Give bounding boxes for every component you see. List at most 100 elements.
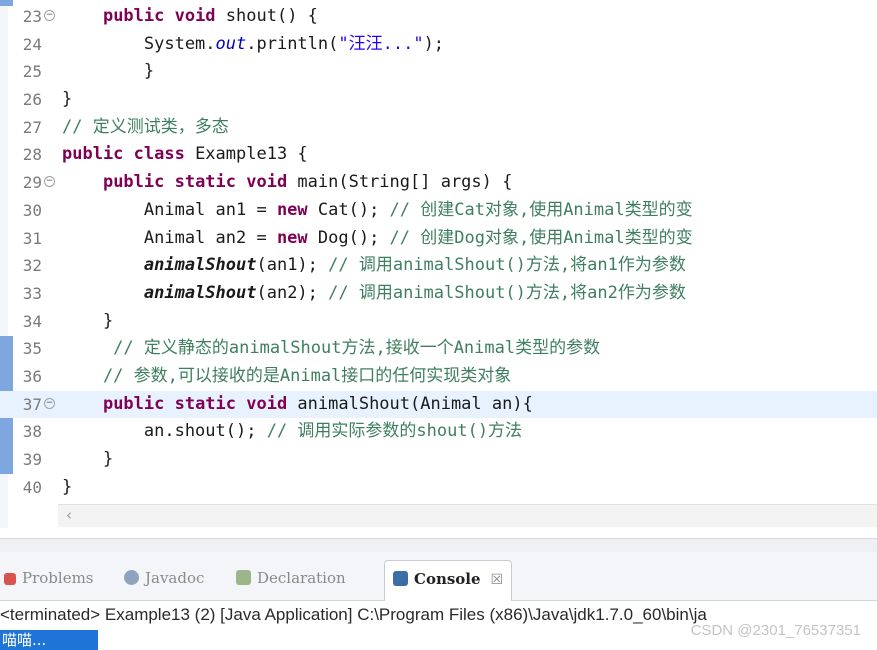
declaration-icon bbox=[236, 570, 251, 585]
code-line[interactable]: 25 } bbox=[0, 58, 877, 86]
fold-toggle-icon[interactable]: − bbox=[44, 176, 55, 188]
code-token: shout() { bbox=[215, 6, 318, 26]
code-text: animalShout(an2); // 调用animalShout()方法,将… bbox=[62, 280, 686, 308]
code-token: } bbox=[62, 449, 114, 469]
fold-toggle-icon[interactable]: − bbox=[44, 397, 55, 409]
code-text: // 定义测试类，多态 bbox=[62, 114, 229, 142]
code-token: (an2); bbox=[256, 282, 329, 303]
code-token: } bbox=[62, 310, 114, 331]
code-token: Example13 { bbox=[184, 144, 308, 165]
code-token: "汪汪..." bbox=[338, 33, 424, 54]
code-line[interactable]: 33 animalShout(an2); // 调用animalShout()方… bbox=[0, 280, 877, 308]
line-number: 29 bbox=[22, 173, 42, 193]
code-token: new bbox=[276, 227, 308, 248]
bottom-panel-tabs: Problems Javadoc Declaration Console ☒ bbox=[0, 552, 877, 601]
line-number: 30 bbox=[22, 200, 42, 220]
code-token: // 创建Dog对象,使用Animal类型的变 bbox=[389, 227, 693, 248]
code-token: public class bbox=[62, 144, 185, 165]
code-lines[interactable]: 23− public void shout() {24 System.out.p… bbox=[0, 3, 877, 501]
panel-divider[interactable] bbox=[0, 538, 877, 553]
code-token: // 创建Cat对象,使用Animal类型的变 bbox=[389, 199, 693, 220]
watermark: CSDN @2301_76537351 bbox=[690, 622, 861, 639]
code-token: Animal an1 = bbox=[62, 199, 277, 220]
code-token: Animal an2 = bbox=[62, 227, 277, 248]
tab-declaration[interactable]: Declaration bbox=[236, 560, 346, 600]
line-number: 33 bbox=[22, 283, 42, 303]
close-icon[interactable]: ☒ bbox=[491, 572, 504, 588]
code-token: an.shout(); bbox=[62, 421, 267, 442]
code-token: } bbox=[62, 476, 73, 497]
tab-declaration-label: Declaration bbox=[257, 569, 346, 587]
code-line[interactable]: 23− public void shout() { bbox=[0, 3, 877, 31]
line-number: 25 bbox=[22, 62, 42, 82]
code-text: Animal an2 = new Dog(); // 创建Dog对象,使用Ani… bbox=[62, 225, 693, 253]
code-line[interactable]: 28 public class Example13 { bbox=[0, 141, 877, 169]
code-line[interactable]: 30 Animal an1 = new Cat(); // 创建Cat对象,使用… bbox=[0, 197, 877, 225]
tab-javadoc-label: Javadoc bbox=[145, 569, 205, 587]
tab-console[interactable]: Console ☒ bbox=[384, 560, 513, 601]
code-line[interactable]: 26} bbox=[0, 86, 877, 114]
code-token: ); bbox=[423, 33, 445, 54]
code-token: public static void bbox=[102, 393, 288, 414]
code-line[interactable]: 37− public static void animalShout(Anima… bbox=[0, 390, 877, 419]
line-number: 24 bbox=[22, 34, 42, 54]
code-line[interactable]: 38 an.shout(); // 调用实际参数的shout()方法 bbox=[0, 418, 877, 446]
code-token: // 调用animalShout()方法,将an1作为参数 bbox=[328, 255, 686, 276]
code-token: System. bbox=[62, 33, 216, 54]
code-line[interactable]: 34 } bbox=[0, 308, 877, 336]
code-token: public static void bbox=[102, 172, 288, 193]
code-token: main(String[] args) { bbox=[287, 172, 513, 193]
line-number: 39 bbox=[22, 450, 42, 469]
horizontal-scrollbar[interactable]: ‹ bbox=[58, 504, 877, 527]
code-token: } bbox=[62, 89, 73, 110]
code-token: .println( bbox=[246, 33, 339, 54]
code-line[interactable]: 32 animalShout(an1); // 调用animalShout()方… bbox=[0, 252, 877, 280]
tab-problems[interactable]: Problems bbox=[4, 560, 94, 600]
code-token: animalShout bbox=[143, 255, 257, 276]
tab-javadoc[interactable]: Javadoc bbox=[124, 560, 204, 600]
code-line[interactable]: 27 // 定义测试类，多态 bbox=[0, 114, 877, 142]
code-text: public static void main(String[] args) { bbox=[62, 169, 512, 197]
code-text: // 参数,可以接收的是Animal接口的任何实现类对象 bbox=[62, 363, 511, 391]
code-line[interactable]: 29− public static void main(String[] arg… bbox=[0, 169, 877, 197]
line-number: 40 bbox=[22, 477, 42, 497]
problems-icon bbox=[4, 573, 16, 585]
code-line[interactable]: 40} bbox=[0, 474, 877, 502]
line-number: 37 bbox=[22, 394, 42, 414]
code-token: // 调用animalShout()方法,将an2作为参数 bbox=[328, 282, 686, 303]
scroll-left-icon[interactable]: ‹ bbox=[66, 506, 72, 524]
fold-toggle-icon[interactable]: − bbox=[44, 10, 55, 21]
line-number: 26 bbox=[22, 90, 42, 110]
line-number: 27 bbox=[22, 117, 42, 137]
line-number: 34 bbox=[22, 311, 42, 331]
javadoc-icon bbox=[124, 570, 139, 585]
code-token: new bbox=[276, 199, 308, 220]
code-line[interactable]: 35 // 定义静态的animalShout方法,接收一个Animal类型的参数 bbox=[0, 335, 877, 363]
code-text: } bbox=[62, 308, 113, 336]
line-number: 28 bbox=[22, 145, 42, 165]
tab-problems-label: Problems bbox=[22, 569, 94, 587]
code-text: } bbox=[62, 86, 72, 114]
code-token: // 定义静态的animalShout方法,接收一个Animal类型的参数 bbox=[62, 338, 601, 359]
code-line[interactable]: 31 Animal an2 = new Dog(); // 创建Dog对象,使用… bbox=[0, 225, 877, 253]
code-text: an.shout(); // 调用实际参数的shout()方法 bbox=[62, 418, 522, 446]
line-number: 32 bbox=[22, 256, 42, 276]
code-text: } bbox=[62, 58, 154, 86]
line-number: 38 bbox=[22, 422, 42, 442]
code-line[interactable]: 36 // 参数,可以接收的是Animal接口的任何实现类对象 bbox=[0, 363, 877, 391]
console-output[interactable]: 喵喵... bbox=[0, 630, 98, 650]
line-number: 35 bbox=[22, 339, 42, 359]
line-number: 36 bbox=[22, 366, 42, 386]
code-line[interactable]: 24 System.out.println("汪汪..."); bbox=[0, 31, 877, 59]
code-line[interactable]: 39 } bbox=[0, 446, 877, 474]
code-text: animalShout(an1); // 调用animalShout()方法,将… bbox=[62, 252, 686, 280]
code-token: } bbox=[62, 61, 155, 82]
code-token: // 参数,可以接收的是Animal接口的任何实现类对象 bbox=[62, 365, 512, 386]
code-text: public void shout() { bbox=[62, 3, 318, 31]
code-editor[interactable]: 23− public void shout() {24 System.out.p… bbox=[0, 0, 877, 528]
